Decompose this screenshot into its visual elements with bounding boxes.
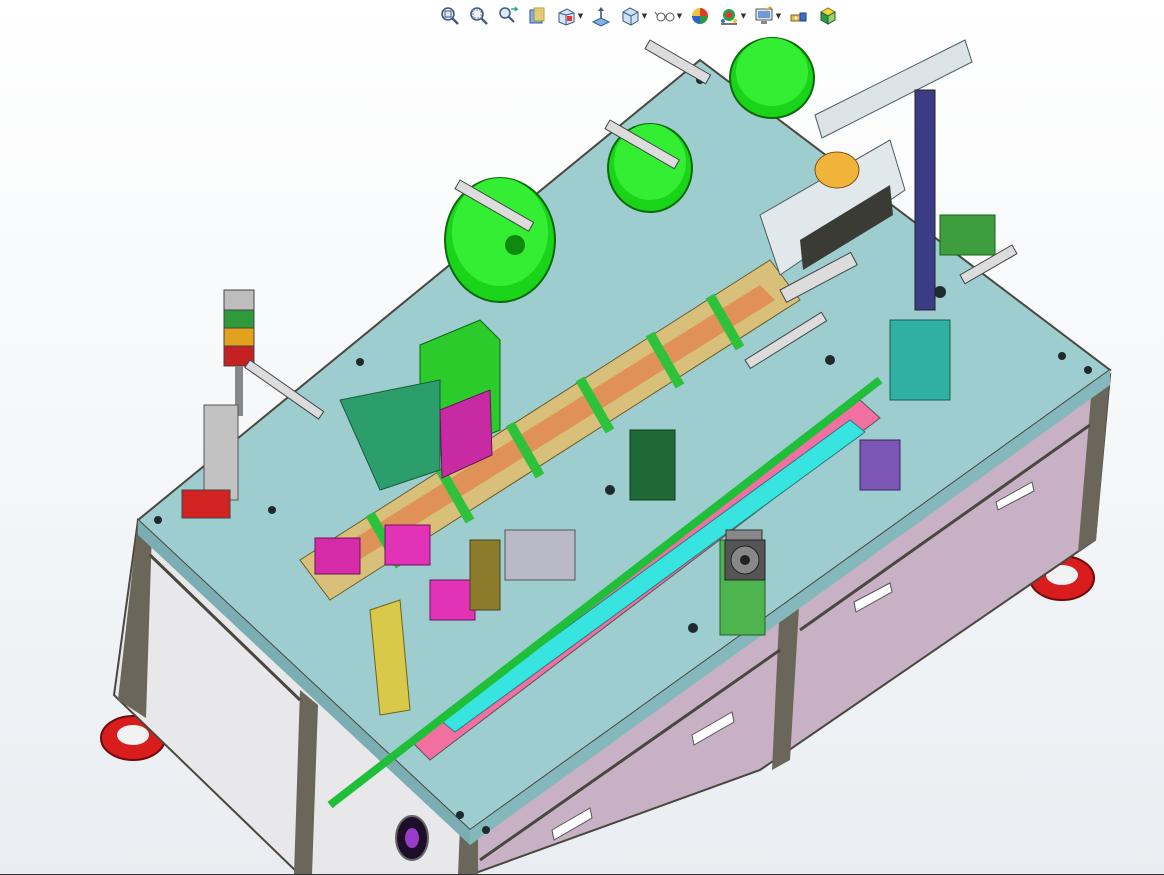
servo-motor bbox=[724, 539, 766, 581]
cad-model-viewport[interactable] bbox=[0, 0, 1164, 875]
